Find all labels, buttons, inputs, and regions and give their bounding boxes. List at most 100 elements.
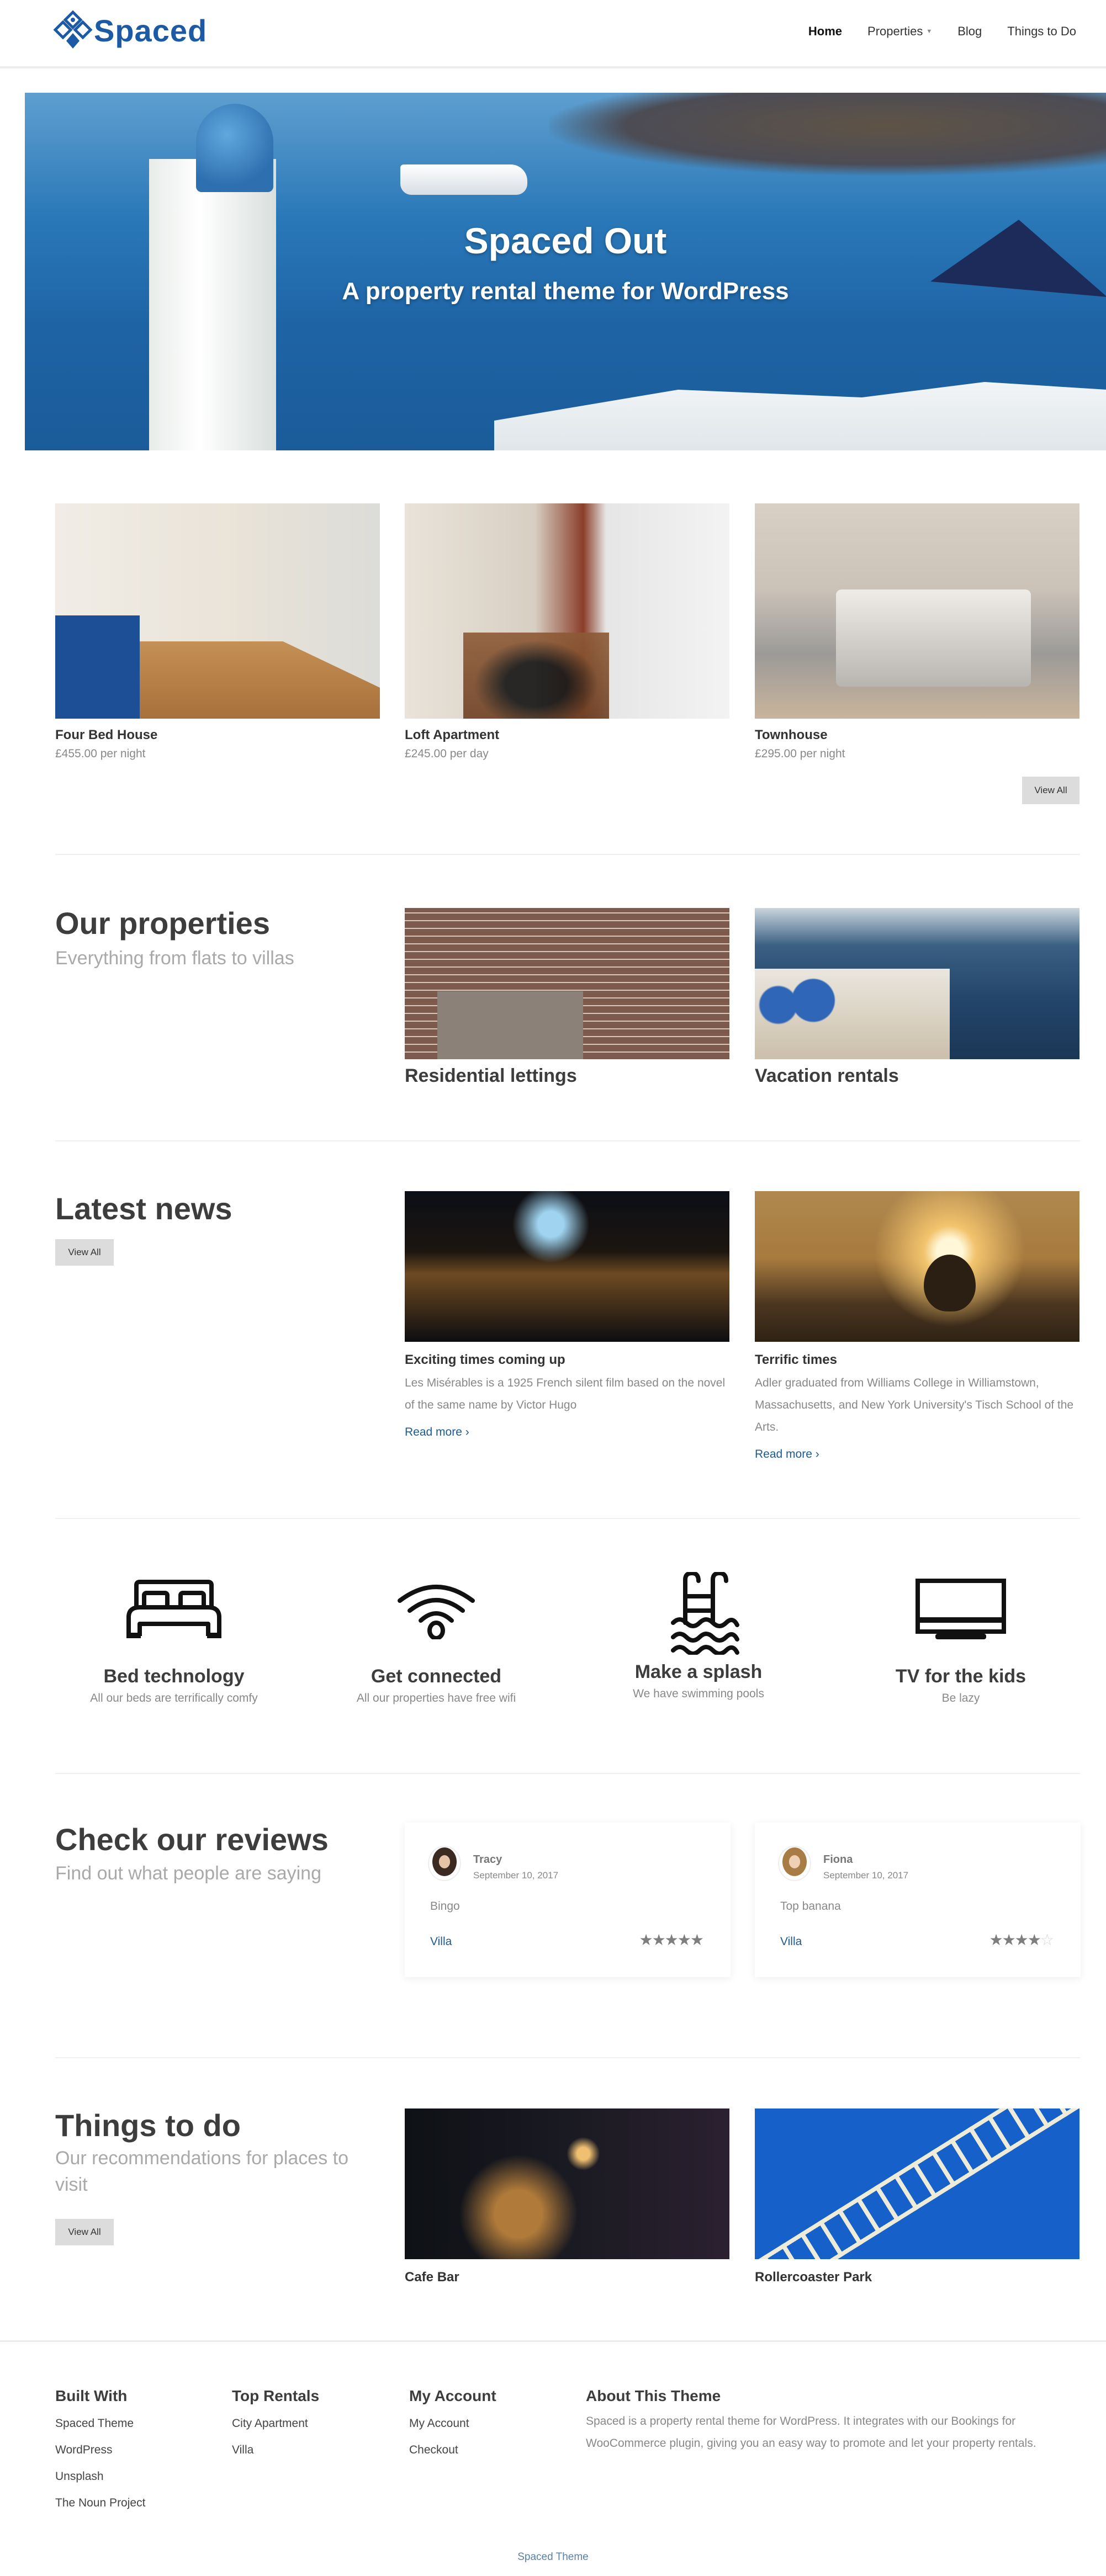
review-text: Bingo (430, 1900, 460, 1913)
brand-name: Spaced (94, 13, 208, 48)
read-more-link[interactable]: Read more › (405, 1426, 469, 1439)
things-to-do-title: Things to do (55, 2108, 241, 2143)
nav-home[interactable]: Home (808, 24, 842, 39)
section-divider (55, 1518, 1080, 1519)
footer-link[interactable]: WordPress (55, 2444, 145, 2457)
nav-properties[interactable]: Properties ▼ (867, 24, 932, 39)
feature-title: TV for the kids (895, 1666, 1026, 1687)
footer-heading: My Account (409, 2387, 496, 2404)
feature-bed: Bed technology All our beds are terrific… (47, 1579, 301, 1705)
hero-image-dome (196, 104, 273, 192)
property-image-four-bed-house[interactable] (55, 503, 380, 719)
category-image-vacation[interactable] (755, 908, 1079, 1059)
hero-banner: Spaced Out A property rental theme for W… (25, 93, 1106, 450)
footer-link[interactable]: Checkout (409, 2444, 496, 2457)
nav-things-to-do-label: Things to Do (1007, 24, 1076, 38)
read-more-label: Read more (755, 1448, 812, 1460)
category-image-residential[interactable] (405, 908, 729, 1059)
footer-copyright-link[interactable]: Spaced Theme (0, 2551, 1106, 2563)
feature-title: Make a splash (634, 1661, 763, 1682)
footer-link[interactable]: Unsplash (55, 2470, 145, 2483)
post-image-balloons[interactable] (755, 1191, 1079, 1342)
property-price: £295.00 per night (755, 747, 845, 760)
read-more-label: Read more (405, 1426, 462, 1438)
activity-image-rollercoaster[interactable] (755, 2108, 1079, 2259)
footer-link[interactable]: Spaced Theme (55, 2417, 145, 2430)
nav-blog[interactable]: Blog (957, 24, 982, 39)
feature-subtitle: We have swimming pools (633, 1687, 764, 1700)
review-text: Top banana (780, 1900, 841, 1913)
footer-heading: About This Theme (586, 2387, 721, 2404)
post-title[interactable]: Terrific times (755, 1352, 837, 1368)
category-title[interactable]: Residential lettings (405, 1065, 577, 1087)
property-price: £455.00 per night (55, 747, 146, 760)
star-filled-icon: ★ (1014, 1931, 1029, 1948)
reviewer-name: Tracy (473, 1853, 502, 1866)
footer-heading: Built With (55, 2387, 128, 2404)
nav-blog-label: Blog (957, 24, 982, 38)
things-view-all-button[interactable]: View All (55, 2219, 114, 2245)
footer-divider (0, 2340, 1106, 2342)
nav-things-to-do[interactable]: Things to Do (1007, 24, 1076, 39)
logo-diamond-icon (53, 10, 93, 49)
review-date: September 10, 2017 (823, 1870, 909, 1881)
property-title[interactable]: Loft Apartment (405, 727, 499, 743)
hero-title: Spaced Out (464, 220, 667, 261)
site-logo[interactable]: Spaced (53, 10, 207, 51)
footer-link[interactable]: City Apartment (232, 2417, 319, 2430)
properties-view-all-button[interactable]: View All (1022, 777, 1079, 804)
star-filled-icon: ★ (677, 1931, 691, 1948)
feature-subtitle: All our beds are terrifically comfy (90, 1692, 258, 1704)
post-image-fireworks[interactable] (405, 1191, 729, 1342)
feature-title: Get connected (371, 1666, 502, 1687)
things-to-do-subtitle: Our recommendations for places to visit (55, 2148, 349, 2195)
star-filled-icon: ★ (989, 1931, 1003, 1948)
footer-about-text: Spaced is a property rental theme for Wo… (586, 2415, 1036, 2450)
star-rating: ★ ★ ★ ★ ☆ (989, 1931, 1054, 1949)
star-filled-icon: ★ (664, 1931, 679, 1948)
star-filled-icon: ★ (639, 1931, 653, 1948)
hero-image-ship (400, 164, 527, 195)
our-properties-subtitle: Everything from flats to villas (55, 948, 294, 969)
hero-image-island (549, 93, 1106, 176)
pool-ladder-icon (671, 1572, 739, 1655)
star-empty-icon: ☆ (1040, 1931, 1054, 1948)
feature-subtitle: All our properties have free wifi (356, 1692, 516, 1704)
latest-news-title: Latest news (55, 1191, 232, 1226)
property-image-townhouse[interactable] (755, 503, 1079, 719)
footer-column-top-rentals: Top Rentals City Apartment Villa (232, 2387, 319, 2470)
chevron-right-icon: › (815, 1448, 819, 1460)
post-title[interactable]: Exciting times coming up (405, 1352, 565, 1368)
hero-image-terrace (494, 382, 1106, 450)
property-image-loft-apartment[interactable] (405, 503, 729, 719)
property-title[interactable]: Townhouse (755, 727, 828, 743)
reviews-title: Check our reviews (55, 1822, 329, 1857)
review-property-link[interactable]: Villa (430, 1935, 452, 1948)
footer-link[interactable]: My Account (409, 2417, 496, 2430)
feature-subtitle: Be lazy (941, 1692, 980, 1704)
avatar (428, 1846, 461, 1881)
footer-column-built-with: Built With Spaced Theme WordPress Unspla… (55, 2387, 145, 2523)
footer-link[interactable]: The Noun Project (55, 2497, 145, 2510)
caret-down-icon: ▼ (926, 28, 933, 35)
chevron-right-icon: › (465, 1426, 469, 1438)
section-divider (55, 854, 1080, 855)
news-view-all-button[interactable]: View All (55, 1239, 114, 1266)
footer-link[interactable]: Villa (232, 2444, 319, 2457)
star-filled-icon: ★ (1027, 1931, 1041, 1948)
star-filled-icon: ★ (690, 1931, 704, 1948)
section-divider (55, 2057, 1080, 2058)
read-more-link[interactable]: Read more › (755, 1448, 819, 1461)
activity-image-cafe-bar[interactable] (405, 2108, 729, 2259)
feature-tv: TV for the kids Be lazy (834, 1579, 1088, 1705)
property-title[interactable]: Four Bed House (55, 727, 157, 743)
star-rating: ★ ★ ★ ★ ★ (639, 1931, 704, 1949)
review-property-link[interactable]: Villa (780, 1935, 802, 1948)
property-price: £245.00 per day (405, 747, 489, 760)
feature-wifi: Get connected All our properties have fr… (309, 1579, 563, 1705)
footer-column-about: About This Theme Spaced is a property re… (586, 2387, 1083, 2455)
category-title[interactable]: Vacation rentals (755, 1065, 899, 1087)
post-excerpt: Adler graduated from Williams College in… (755, 1377, 1074, 1433)
activity-title[interactable]: Rollercoaster Park (755, 2270, 872, 2285)
activity-title[interactable]: Cafe Bar (405, 2270, 459, 2285)
